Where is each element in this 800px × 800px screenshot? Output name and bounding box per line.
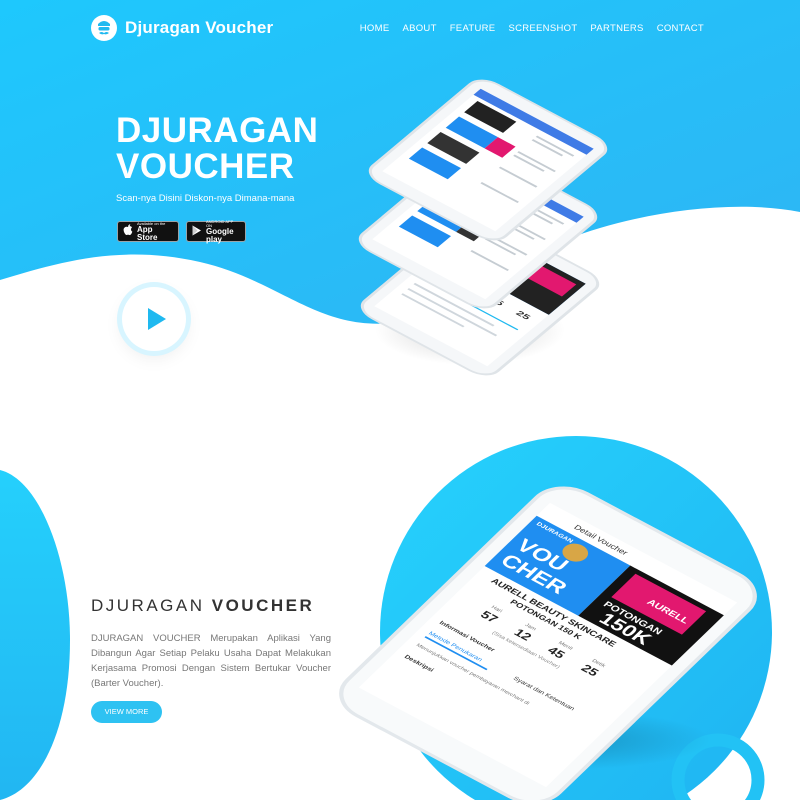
hero-title: DJURAGAN VOUCHER bbox=[116, 113, 318, 185]
app-store-button[interactable]: Available on the App Store bbox=[117, 221, 179, 242]
nav-about[interactable]: ABOUT bbox=[402, 23, 436, 34]
mustache-logo-icon bbox=[91, 15, 117, 41]
nav-feature[interactable]: FEATURE bbox=[450, 23, 496, 34]
hero-title-line2: VOUCHER bbox=[116, 147, 295, 186]
left-blob bbox=[0, 470, 70, 800]
google-play-label: Google play bbox=[206, 226, 234, 244]
nav-contact[interactable]: CONTACT bbox=[657, 23, 704, 34]
hero-title-line1: DJURAGAN bbox=[116, 111, 319, 150]
nav-screenshot[interactable]: SCREENSHOT bbox=[508, 23, 577, 34]
about-title: DJURAGAN VOUCHER bbox=[91, 596, 314, 616]
about-title-light: DJURAGAN bbox=[91, 596, 205, 615]
main-menu: HOME ABOUT FEATURE SCREENSHOT PARTNERS C… bbox=[360, 23, 704, 34]
hero-subtitle: Scan-nya Disini Diskon-nya Dimana-mana bbox=[116, 193, 295, 204]
view-more-button[interactable]: VIEW MORE bbox=[91, 701, 162, 723]
play-icon bbox=[148, 308, 166, 330]
brand-name: Djuragan Voucher bbox=[125, 18, 274, 37]
about-title-bold: VOUCHER bbox=[211, 596, 315, 615]
brand-logo[interactable]: Djuragan Voucher bbox=[91, 15, 273, 41]
apple-icon bbox=[123, 224, 133, 239]
video-play-button[interactable] bbox=[122, 287, 186, 351]
google-play-icon bbox=[192, 225, 202, 239]
google-play-button[interactable]: ANDROID APP ON Google play bbox=[186, 219, 246, 244]
nav-partners[interactable]: PARTNERS bbox=[590, 23, 643, 34]
nav-home[interactable]: HOME bbox=[360, 23, 390, 34]
app-store-label: App Store bbox=[137, 224, 158, 242]
about-description: DJURAGAN VOUCHER Merupakan Aplikasi Yang… bbox=[91, 633, 331, 689]
navbar: Djuragan Voucher HOME ABOUT FEATURE SCRE… bbox=[0, 0, 800, 60]
